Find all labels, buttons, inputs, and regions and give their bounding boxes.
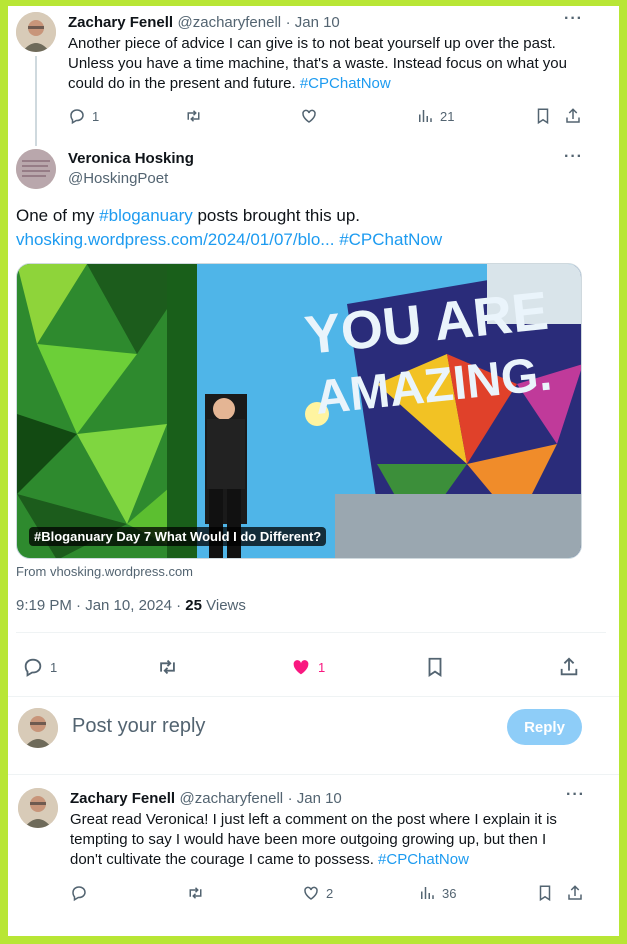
bookmark-button[interactable] (534, 107, 552, 125)
like-button[interactable] (300, 107, 318, 125)
retweet-button[interactable] (186, 884, 205, 902)
bookmark-button[interactable] (424, 656, 446, 678)
reply-icon (24, 658, 42, 677)
share-icon (568, 885, 582, 900)
author-handle[interactable]: @HoskingPoet (68, 170, 194, 187)
like-button[interactable]: 2 (302, 884, 333, 902)
share-button[interactable] (564, 107, 582, 125)
tweet2-text: One of my #bloganuary posts brought this… (16, 204, 606, 252)
views-number: 25 (185, 597, 202, 614)
bookmark-icon (428, 657, 442, 677)
text-line: don't cultivate the courage I came to po… (70, 850, 610, 870)
divider (8, 774, 619, 775)
retweet-icon (189, 887, 202, 899)
link-card[interactable]: YOU ARE AMAZING. #Bloganuary Day 7 What … (16, 263, 582, 559)
text-line: vhosking.wordpress.com/2024/01/07/blo...… (16, 228, 606, 252)
card-title: #Bloganuary Day 7 What Would I do Differ… (29, 527, 327, 546)
text-segment: don't cultivate the courage I came to po… (70, 851, 374, 868)
share-icon (560, 657, 578, 676)
reply-count: 1 (50, 659, 58, 675)
reply-input[interactable]: Post your reply (72, 715, 205, 738)
retweet-button[interactable] (156, 656, 179, 678)
tweet3-text: Great read Veronica! I just left a comme… (70, 810, 610, 870)
retweet-icon (187, 110, 200, 122)
avatar-current-user[interactable] (18, 708, 58, 748)
card-source[interactable]: From vhosking.wordpress.com (16, 564, 193, 579)
divider (16, 632, 606, 633)
like-count: 2 (326, 885, 334, 901)
reply-icon (72, 886, 86, 902)
article-link[interactable]: vhosking.wordpress.com/2024/01/07/blo... (16, 230, 334, 249)
text-line: tempting to say I would have been more o… (70, 831, 547, 848)
like-icon (302, 109, 316, 123)
tweet2-header: Veronica Hosking @HoskingPoet (68, 150, 194, 187)
text-line: One of my #bloganuary posts brought this… (16, 204, 606, 228)
hashtag-link[interactable]: #CPChatNow (378, 851, 469, 868)
reply-button[interactable]: 1 (68, 107, 99, 125)
tweet1-text: Another piece of advice I can give is to… (68, 34, 608, 94)
views-button[interactable]: 36 (418, 884, 456, 902)
text-line: Unless you have a time machine, that's a… (68, 55, 567, 72)
views-count: 36 (442, 885, 457, 901)
text-line: Another piece of advice I can give is to… (68, 35, 556, 52)
like-button[interactable]: 1 (290, 656, 325, 678)
tweet3-header: Zachary Fenell @zacharyfenell · Jan 10 (70, 790, 342, 808)
page-frame: Zachary Fenell @zacharyfenell · Jan 10 ·… (8, 6, 619, 936)
share-button[interactable] (558, 656, 580, 678)
hashtag-link[interactable]: #bloganuary (99, 206, 193, 225)
share-button[interactable] (566, 884, 584, 902)
like-icon (304, 886, 318, 900)
bookmark-icon (539, 885, 551, 902)
author-name[interactable]: Veronica Hosking (68, 150, 194, 167)
reply-button[interactable]: 1 (22, 656, 57, 678)
more-icon[interactable]: ··· (564, 10, 583, 28)
views-icon (421, 887, 434, 899)
author-handle[interactable]: @zacharyfenell (180, 790, 284, 807)
text-segment: posts brought this up. (197, 206, 361, 225)
tweet-date[interactable]: · Jan 10 (288, 790, 342, 807)
tweet-date[interactable]: · Jan 10 (286, 14, 340, 31)
thread-line (35, 56, 37, 146)
timestamp[interactable]: 9:19 PM · Jan 10, 2024 · (16, 597, 181, 614)
author-handle[interactable]: @zacharyfenell (178, 14, 282, 31)
bookmark-button[interactable] (536, 884, 554, 902)
hashtag-link[interactable]: #CPChatNow (339, 230, 442, 249)
tweet1-header: Zachary Fenell @zacharyfenell · Jan 10 (68, 14, 340, 32)
views-icon (419, 110, 432, 122)
author-name[interactable]: Zachary Fenell (68, 14, 173, 31)
avatar-zachary[interactable] (18, 788, 58, 828)
reply-button[interactable] (70, 884, 88, 902)
avatar-zachary[interactable] (16, 12, 56, 52)
retweet-button[interactable] (184, 107, 203, 125)
text-segment: One of my (16, 206, 95, 225)
like-count: 1 (318, 659, 326, 675)
divider (8, 696, 619, 697)
author-name[interactable]: Zachary Fenell (70, 790, 175, 807)
reply-icon (70, 109, 84, 125)
bookmark-icon (537, 108, 549, 125)
views-label: Views (206, 597, 246, 614)
retweet-icon (160, 659, 175, 675)
like-icon (293, 660, 309, 675)
card-image: YOU ARE AMAZING. (17, 264, 581, 558)
more-icon[interactable]: ··· (566, 786, 585, 804)
reply-count: 1 (92, 108, 100, 124)
views-count: 21 (440, 108, 455, 124)
more-icon[interactable]: ··· (564, 148, 583, 166)
text-line: Great read Veronica! I just left a comme… (70, 811, 557, 828)
tweet-timestamp: 9:19 PM · Jan 10, 2024 · 25 Views (16, 597, 246, 614)
share-icon (566, 108, 580, 123)
avatar-veronica[interactable] (16, 149, 56, 189)
text-segment: could do in the present and future. (68, 75, 296, 92)
hashtag-link[interactable]: #CPChatNow (300, 75, 391, 92)
reply-submit-button[interactable]: Reply (507, 709, 582, 745)
views-button[interactable]: 21 (416, 107, 454, 125)
text-line: could do in the present and future. #CPC… (68, 74, 608, 94)
